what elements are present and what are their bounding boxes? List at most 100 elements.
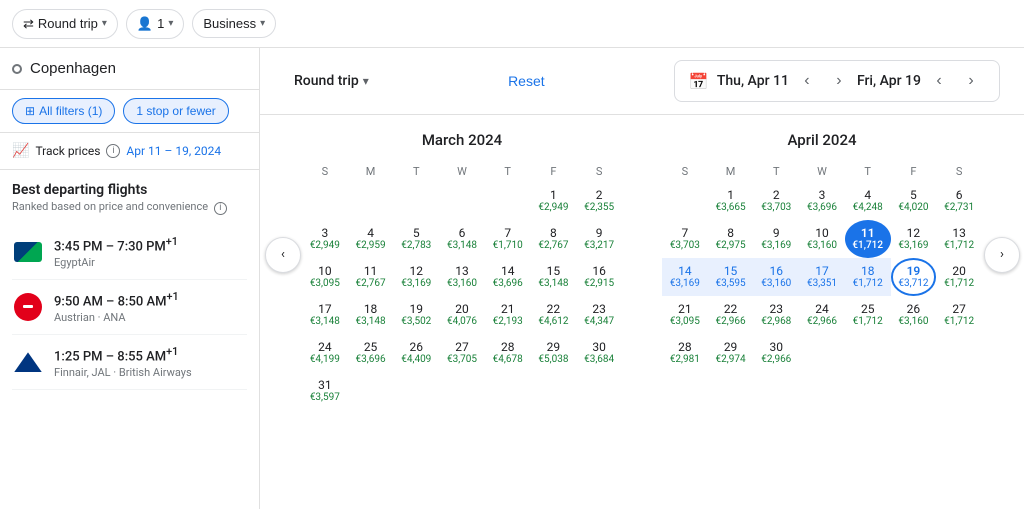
- flight-card[interactable]: 3:45 PM – 7:30 PM+1 EgyptAir: [12, 225, 247, 280]
- cal-cell[interactable]: 6€3,148: [439, 220, 485, 258]
- start-date-nav[interactable]: 📅 Thu, Apr 11 ‹ › Fri, Apr 19 ‹ ›: [674, 60, 1000, 102]
- cal-cell[interactable]: 13€3,160: [439, 258, 485, 296]
- cal-cell[interactable]: 1€2,949: [531, 182, 577, 220]
- cal-day-number: 3: [819, 188, 826, 202]
- cal-cell[interactable]: 11€1,712: [845, 220, 891, 258]
- passengers-button[interactable]: 👤 1 ▾: [126, 9, 184, 39]
- start-date-prev-button[interactable]: ‹: [793, 67, 821, 95]
- cal-cell[interactable]: 7€1,710: [485, 220, 531, 258]
- cal-day-price: €1,712: [944, 316, 974, 328]
- cal-cell[interactable]: 27€1,712: [936, 296, 982, 334]
- cal-day-price: €2,966: [761, 354, 791, 366]
- stop-filter-button[interactable]: 1 stop or fewer: [123, 98, 228, 124]
- start-date-next-button[interactable]: ›: [825, 67, 853, 95]
- cal-cell[interactable]: 5€4,020: [891, 182, 937, 220]
- cal-cell[interactable]: 21€2,193: [485, 296, 531, 334]
- cal-day-price: €1,712: [852, 240, 883, 252]
- cal-day-price: €3,169: [898, 240, 928, 252]
- cal-cell[interactable]: 29€5,038: [531, 334, 577, 372]
- cal-day-number: 15: [724, 264, 738, 278]
- cal-cell[interactable]: 8€2,767: [531, 220, 577, 258]
- cal-cell[interactable]: 9€3,217: [576, 220, 622, 258]
- end-date-prev-button[interactable]: ‹: [925, 67, 953, 95]
- calendar-next-button[interactable]: ›: [984, 237, 1020, 273]
- cal-cell[interactable]: 30€2,966: [753, 334, 799, 372]
- cal-day-number: 4: [367, 226, 374, 240]
- cal-day-price: €3,696: [493, 278, 523, 290]
- cal-cell[interactable]: 24€4,199: [302, 334, 348, 372]
- cal-cell[interactable]: 14€3,696: [485, 258, 531, 296]
- cal-cell[interactable]: 18€1,712: [845, 258, 891, 296]
- cal-cell[interactable]: 4€2,959: [348, 220, 394, 258]
- cal-cell[interactable]: 8€2,975: [708, 220, 754, 258]
- calendar-roundtrip-dropdown[interactable]: Round trip ▾: [284, 67, 379, 95]
- cal-cell[interactable]: 12€3,169: [393, 258, 439, 296]
- cal-cell[interactable]: 2€2,355: [576, 182, 622, 220]
- cal-cell[interactable]: 15€3,148: [531, 258, 577, 296]
- cal-cell[interactable]: 28€4,678: [485, 334, 531, 372]
- cal-cell[interactable]: 25€1,712: [845, 296, 891, 334]
- cal-cell[interactable]: 4€4,248: [845, 182, 891, 220]
- calendar-prev-button[interactable]: ‹: [265, 237, 301, 273]
- search-input[interactable]: [30, 60, 247, 77]
- cal-cell[interactable]: 16€2,915: [576, 258, 622, 296]
- cal-cell[interactable]: 23€2,968: [753, 296, 799, 334]
- cal-cell[interactable]: 13€1,712: [936, 220, 982, 258]
- cal-cell[interactable]: 30€3,684: [576, 334, 622, 372]
- cal-cell[interactable]: 10€3,160: [799, 220, 845, 258]
- cal-cell[interactable]: 1€3,665: [708, 182, 754, 220]
- best-flights-section: Best departing flights Ranked based on p…: [0, 170, 259, 402]
- cal-cell[interactable]: 3€3,696: [799, 182, 845, 220]
- cal-day-number: 23: [592, 302, 606, 316]
- cal-cell[interactable]: 15€3,595: [708, 258, 754, 296]
- cal-cell[interactable]: 25€3,696: [348, 334, 394, 372]
- cal-day-number: 14: [501, 264, 515, 278]
- cal-cell[interactable]: 21€3,095: [662, 296, 708, 334]
- cal-cell[interactable]: 12€3,169: [891, 220, 937, 258]
- cal-cell[interactable]: 31€3,597: [302, 372, 348, 410]
- cal-cell[interactable]: 20€1,712: [936, 258, 982, 296]
- cal-cell[interactable]: 18€3,148: [348, 296, 394, 334]
- cal-day-number: 22: [724, 302, 738, 316]
- cal-cell[interactable]: 2€3,703: [753, 182, 799, 220]
- cal-cell[interactable]: 24€2,966: [799, 296, 845, 334]
- track-prices-date: Apr 11 – 19, 2024: [126, 144, 221, 158]
- cal-cell[interactable]: 16€3,160: [753, 258, 799, 296]
- cal-cell[interactable]: 20€4,076: [439, 296, 485, 334]
- cal-cell[interactable]: 22€4,612: [531, 296, 577, 334]
- cal-cell[interactable]: 27€3,705: [439, 334, 485, 372]
- cal-cell[interactable]: 23€4,347: [576, 296, 622, 334]
- cal-cell[interactable]: 14€3,169: [662, 258, 708, 296]
- cal-cell[interactable]: 11€2,767: [348, 258, 394, 296]
- cal-cell[interactable]: 26€3,160: [891, 296, 937, 334]
- cal-cell: [348, 182, 394, 220]
- cal-cell[interactable]: 7€3,703: [662, 220, 708, 258]
- cal-day-price: €2,966: [716, 316, 746, 328]
- cal-day-header: W: [439, 161, 485, 182]
- all-filters-button[interactable]: ⊞ All filters (1): [12, 98, 115, 124]
- cal-day-price: €2,966: [807, 316, 837, 328]
- cal-day-header: M: [348, 161, 394, 182]
- airline-logo: [12, 236, 44, 268]
- class-button[interactable]: Business ▾: [192, 9, 276, 38]
- flight-card[interactable]: 9:50 AM – 8:50 AM+1 Austrian · ANA: [12, 280, 247, 335]
- flight-card[interactable]: 1:25 PM – 8:55 AM+1 Finnair, JAL · Briti…: [12, 335, 247, 390]
- april-title: April 2024: [662, 131, 982, 149]
- cal-cell[interactable]: 26€4,409: [393, 334, 439, 372]
- cal-cell[interactable]: 19€3,712: [891, 258, 937, 296]
- end-date-next-button[interactable]: ›: [957, 67, 985, 95]
- cal-day-number: 18: [364, 302, 378, 316]
- cal-cell[interactable]: 28€2,981: [662, 334, 708, 372]
- cal-cell[interactable]: 5€2,783: [393, 220, 439, 258]
- cal-cell[interactable]: 3€2,949: [302, 220, 348, 258]
- cal-cell[interactable]: 10€3,095: [302, 258, 348, 296]
- cal-cell[interactable]: 17€3,351: [799, 258, 845, 296]
- cal-cell[interactable]: 29€2,974: [708, 334, 754, 372]
- cal-cell[interactable]: 17€3,148: [302, 296, 348, 334]
- cal-cell[interactable]: 9€3,169: [753, 220, 799, 258]
- cal-cell[interactable]: 19€3,502: [393, 296, 439, 334]
- round-trip-button[interactable]: ⇄ Round trip ▾: [12, 9, 118, 39]
- reset-button[interactable]: Reset: [508, 73, 545, 89]
- cal-cell[interactable]: 6€2,731: [936, 182, 982, 220]
- cal-cell[interactable]: 22€2,966: [708, 296, 754, 334]
